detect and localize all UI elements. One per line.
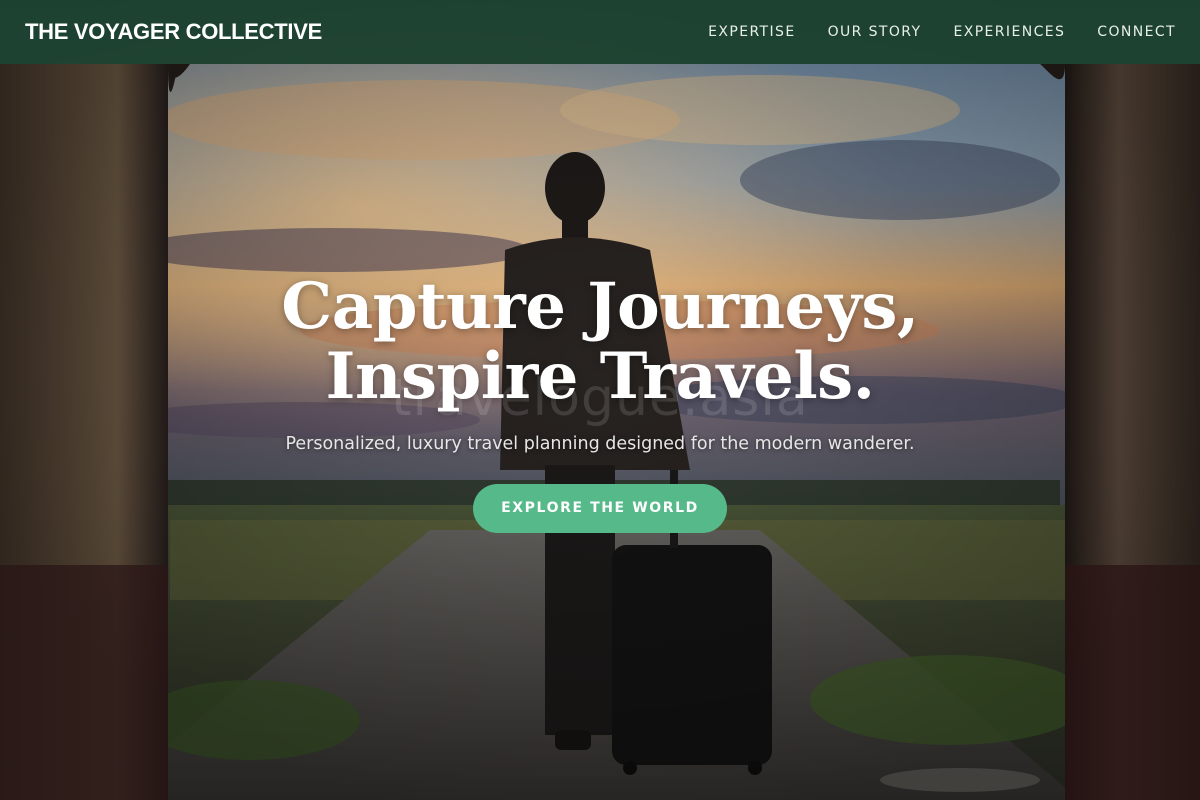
nav-link-our-story[interactable]: OUR STORY [828,24,922,40]
nav-link-expertise[interactable]: EXPERTISE [708,24,795,40]
navbar: THE VOYAGER COLLECTIVE EXPERTISE OUR STO… [0,0,1200,64]
nav-link-connect[interactable]: CONNECT [1097,24,1176,40]
explore-the-world-button[interactable]: EXPLORE THE WORLD [473,484,727,533]
hero-subtitle: Personalized, luxury travel planning des… [285,434,915,454]
hero-title-line-2: Inspire Travels. [325,339,875,414]
nav-links: EXPERTISE OUR STORY EXPERIENCES CONNECT [708,24,1176,40]
hero-title: Capture Journeys, Inspire Travels. [0,272,1200,412]
nav-link-experiences[interactable]: EXPERIENCES [953,24,1065,40]
hero-content: Capture Journeys, Inspire Travels. Perso… [0,272,1200,533]
hero-title-line-1: Capture Journeys, [281,269,919,344]
brand-logo[interactable]: THE VOYAGER COLLECTIVE [25,19,322,45]
